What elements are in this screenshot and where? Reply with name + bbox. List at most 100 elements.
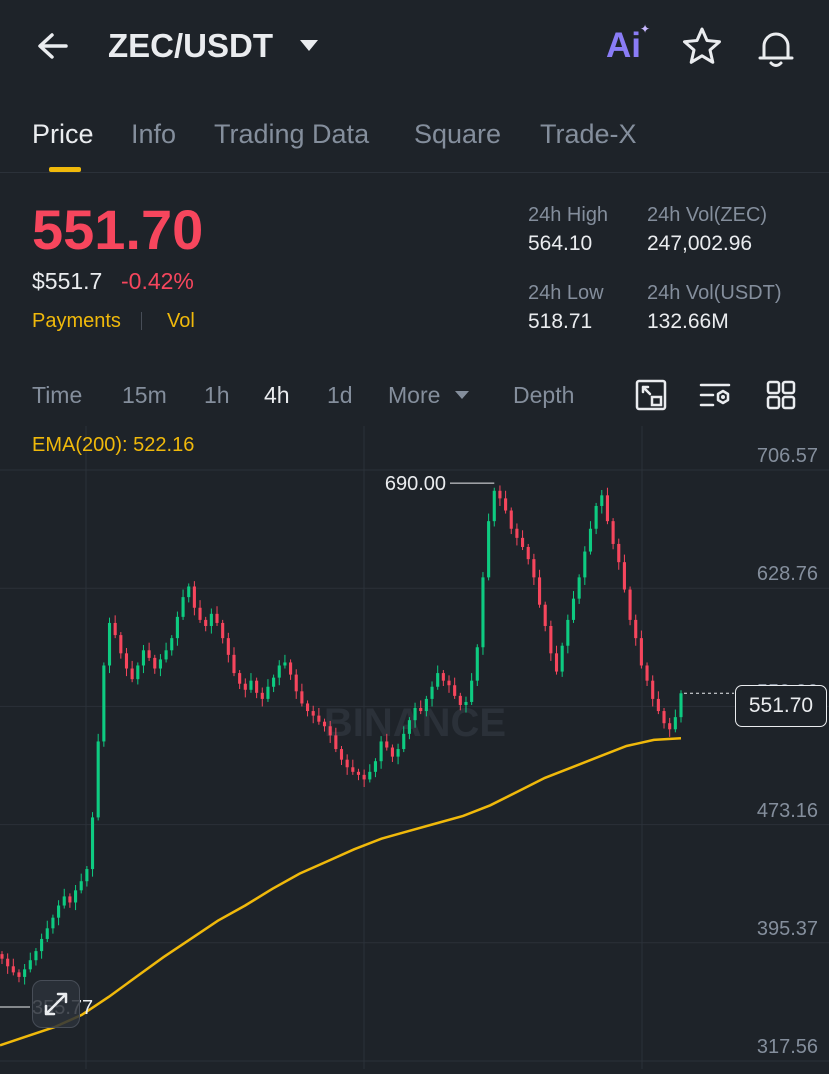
candle-body (385, 741, 389, 748)
candle-body (198, 607, 202, 620)
star-icon (683, 27, 721, 64)
candle-body (668, 723, 672, 730)
candle-body (368, 771, 372, 780)
tab-info[interactable]: Info (131, 116, 176, 152)
candle-body (68, 896, 72, 903)
candle-body (611, 521, 615, 544)
candle-body (45, 928, 49, 939)
candle-body (673, 717, 677, 730)
candle-body (605, 495, 609, 522)
candle-body (407, 720, 411, 734)
vol-link[interactable]: Vol (167, 308, 195, 334)
alerts-button[interactable] (752, 24, 800, 72)
candle-body (447, 680, 451, 686)
y-axis-tick-label: 628.76 (756, 563, 818, 586)
ema-indicator-label: EMA(200): 522.16 (32, 434, 195, 456)
indicator-settings-button[interactable] (697, 377, 733, 413)
candle-body (232, 654, 236, 674)
candle-body (600, 495, 604, 506)
candle-body (153, 657, 157, 669)
candle-body (419, 708, 423, 712)
pair-dropdown-caret-icon[interactable] (300, 40, 318, 51)
candle-body (662, 711, 666, 724)
payments-link[interactable]: Payments (32, 308, 121, 334)
interval-time[interactable]: Time (32, 380, 82, 410)
ai-assistant-button[interactable]: Ai (606, 26, 641, 66)
chart-canvas[interactable]: BINANCE 690.00355.77 (0, 426, 829, 1069)
interval-15m[interactable]: 15m (122, 380, 167, 410)
candle-body (475, 647, 479, 681)
tab-price[interactable]: Price (32, 116, 94, 152)
interval-4h[interactable]: 4h (264, 380, 290, 410)
interval-1h[interactable]: 1h (204, 380, 230, 410)
ema-200-line (0, 736, 682, 1047)
fullscreen-button[interactable] (32, 980, 80, 1028)
candle-body (328, 726, 332, 736)
tab-trading-data[interactable]: Trading Data (214, 116, 369, 152)
chevron-down-icon[interactable] (455, 391, 469, 399)
candle-body (362, 774, 366, 780)
candle-body (617, 543, 621, 563)
depth-tab[interactable]: Depth (513, 380, 574, 410)
candle-body (373, 761, 378, 772)
candle-body (351, 767, 355, 772)
candle-body (656, 698, 660, 712)
candle-body (289, 662, 293, 675)
candle-body (57, 905, 61, 918)
favorite-button[interactable] (680, 24, 724, 68)
candle-body (96, 741, 100, 818)
candle-body (277, 665, 281, 678)
back-button[interactable] (28, 24, 76, 72)
candle-body (441, 673, 445, 681)
candle-body (164, 650, 168, 660)
high-value: 564.10 (528, 232, 593, 255)
candle-body (28, 960, 32, 970)
candle-body (243, 683, 247, 690)
tab-trade-x[interactable]: Trade-X (540, 116, 637, 152)
candle-body (645, 665, 649, 681)
bell-icon (758, 32, 794, 67)
candle-body (634, 619, 638, 639)
candle-body (566, 619, 570, 646)
candle-body (492, 490, 496, 522)
low-label: 24h Low (528, 282, 604, 304)
arrow-left-icon (38, 33, 68, 59)
candle-body (311, 711, 315, 716)
candle-body (272, 677, 276, 687)
candle-body (266, 686, 270, 699)
candle-body (453, 685, 457, 696)
y-axis-tick-label: 473.16 (756, 799, 818, 822)
candle-body (141, 650, 146, 666)
candle-body (509, 510, 513, 529)
vol-base-label: 24h Vol(ZEC) (647, 204, 768, 226)
candle-body (187, 586, 191, 598)
candle-body (594, 505, 598, 529)
candle-body (294, 674, 298, 692)
candle-body (521, 537, 525, 547)
pair-title[interactable]: ZEC/USDT (108, 26, 273, 66)
divider (0, 172, 829, 173)
candle-body (130, 668, 134, 680)
candlestick-chart[interactable]: BINANCE 690.00355.77 (0, 426, 829, 1069)
candle-body (317, 715, 321, 722)
interval-1d[interactable]: 1d (327, 380, 353, 410)
candle-body (588, 528, 593, 552)
candle-body (238, 673, 242, 684)
candle-body (11, 966, 15, 973)
price-change-percent: -0.42% (121, 268, 194, 294)
candle-body (209, 613, 213, 626)
tab-square[interactable]: Square (414, 116, 501, 152)
candle-body (679, 693, 683, 718)
last-price: 551.70 (32, 198, 204, 261)
chart-layout-button[interactable] (633, 377, 669, 413)
candle-body (430, 686, 434, 699)
candle-body (651, 680, 655, 699)
candle-body (119, 635, 123, 654)
candle-body (0, 954, 4, 959)
candle-body (181, 597, 185, 617)
candle-body (300, 691, 304, 704)
candle-body (639, 638, 643, 666)
candle-body (102, 665, 106, 742)
grid-view-button[interactable] (763, 377, 799, 413)
interval-more[interactable]: More (388, 380, 440, 410)
